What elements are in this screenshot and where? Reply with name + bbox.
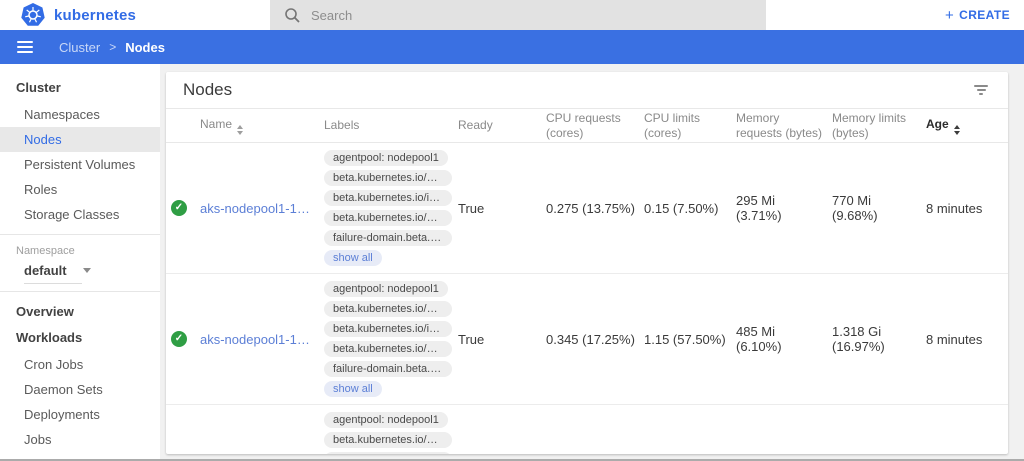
label-chip: beta.kubernetes.io/arch: amd… (324, 301, 452, 317)
node-cpu-requests: 0.345 (17.25%) (546, 332, 644, 347)
col-header-memory-requests: Memory requests (bytes) (736, 111, 832, 141)
show-all-button[interactable]: show all (324, 250, 382, 266)
label-chip: beta.kubernetes.io/arch: amd… (324, 170, 452, 186)
col-header-name[interactable]: Name (200, 117, 324, 135)
nodes-card: Nodes Name Labels Ready CPU requests (co… (166, 72, 1008, 454)
col-header-ready: Ready (458, 118, 546, 133)
kubernetes-logo-icon (20, 2, 46, 28)
node-age: 8 minutes (926, 201, 1008, 216)
sidebar: Cluster NamespacesNodesPersistent Volume… (0, 64, 160, 461)
node-memory-requests: 485 Mi (6.10%) (736, 324, 832, 354)
create-button-label: CREATE (959, 8, 1010, 22)
sidebar-section-cluster[interactable]: Cluster (0, 72, 160, 102)
node-memory-limits: 770 Mi (9.68%) (832, 193, 926, 223)
sidebar-item-overview[interactable]: Overview (0, 296, 160, 326)
plus-icon: + (945, 8, 954, 23)
breadcrumb-current-page: Nodes (125, 40, 165, 55)
sort-arrows-icon (237, 125, 243, 135)
node-ready: True (458, 201, 546, 216)
check-circle-icon: ✓ (171, 200, 187, 216)
node-cpu-limits: 0.15 (7.50%) (644, 201, 736, 216)
col-header-memory-limits: Memory limits (bytes) (832, 111, 926, 141)
label-chip: beta.kubernetes.io/instance-t… (324, 190, 452, 206)
sidebar-item-nodes[interactable]: Nodes (0, 127, 160, 152)
label-chip: beta.kubernetes.io/arch: amd… (324, 432, 452, 448)
node-cpu-requests: 0.275 (13.75%) (546, 201, 644, 216)
sidebar-item-jobs[interactable]: Jobs (0, 427, 160, 452)
node-status: ✓ (166, 331, 200, 347)
node-labels: agentpool: nodepool1 beta.kubernetes.io/a… (324, 412, 458, 454)
search-input[interactable] (311, 8, 752, 23)
filter-list-icon[interactable] (971, 82, 991, 98)
sidebar-item-storage-classes[interactable]: Storage Classes (0, 202, 160, 227)
namespace-selected-value: default (24, 263, 67, 278)
sidebar-divider (0, 234, 160, 235)
label-chip: beta.kubernetes.io/os: linux (324, 341, 452, 357)
label-chip: agentpool: nodepool1 (324, 281, 448, 297)
node-name-link[interactable]: aks-nodepool1-10230590-vm… (200, 332, 316, 347)
card-header: Nodes (166, 72, 1008, 109)
sidebar-item-deployments[interactable]: Deployments (0, 402, 160, 427)
search-bar[interactable] (270, 0, 766, 30)
hamburger-menu-icon[interactable] (15, 37, 35, 57)
top-header: kubernetes + CREATE (0, 0, 1024, 30)
node-cpu-limits: 1.15 (57.50%) (644, 332, 736, 347)
label-chip: beta.kubernetes.io/instance-t… (324, 321, 452, 337)
node-labels: agentpool: nodepool1 beta.kubernetes.io/a… (324, 150, 458, 266)
sidebar-workloads-items: Cron JobsDaemon SetsDeploymentsJobsPodsR… (0, 352, 160, 461)
create-button[interactable]: + CREATE (945, 8, 1010, 23)
sidebar-cluster-items: NamespacesNodesPersistent VolumesRolesSt… (0, 102, 160, 227)
node-name-link[interactable]: aks-nodepool1-10230590-vm… (200, 201, 316, 216)
col-header-age[interactable]: Age (926, 117, 1008, 135)
label-chip: failure-domain.beta.kubernet… (324, 361, 452, 377)
label-chip: agentpool: nodepool1 (324, 150, 448, 166)
label-chip: beta.kubernetes.io/os: linux (324, 210, 452, 226)
page-title: Nodes (183, 80, 232, 100)
search-icon (284, 7, 301, 24)
sidebar-item-persistent-volumes[interactable]: Persistent Volumes (0, 152, 160, 177)
chevron-down-icon (83, 268, 91, 273)
node-labels: agentpool: nodepool1 beta.kubernetes.io/a… (324, 281, 458, 397)
table-body: ✓ aks-nodepool1-10230590-vm… agentpool: no… (166, 143, 1008, 454)
brand[interactable]: kubernetes (0, 2, 136, 28)
sidebar-item-cron-jobs[interactable]: Cron Jobs (0, 352, 160, 377)
col-header-cpu-limits: CPU limits (cores) (644, 111, 736, 141)
sidebar-item-roles[interactable]: Roles (0, 177, 160, 202)
table-row: ✓ aks-nodepool1-10230590-vm… agentpool: no… (166, 143, 1008, 274)
node-ready: True (458, 332, 546, 347)
check-circle-icon: ✓ (171, 331, 187, 347)
toolbar: Cluster > Nodes (0, 30, 1024, 64)
sort-arrows-icon (954, 125, 960, 135)
namespace-label: Namespace (0, 239, 160, 259)
col-header-labels: Labels (324, 118, 458, 133)
kubernetes-dashboard: kubernetes + CREATE Cluster > Nodes (0, 0, 1024, 461)
sidebar-item-namespaces[interactable]: Namespaces (0, 102, 160, 127)
sidebar-divider (0, 291, 160, 292)
table-header-row: Name Labels Ready CPU requests (cores) C… (166, 109, 1008, 143)
breadcrumb: Cluster > Nodes (59, 40, 165, 55)
node-status: ✓ (166, 200, 200, 216)
col-header-cpu-requests: CPU requests (cores) (546, 111, 644, 141)
table-row: ✓ aks-nodepool1-10230590-vm… agentpool: no… (166, 274, 1008, 405)
breadcrumb-separator: > (109, 40, 116, 54)
node-memory-requests: 295 Mi (3.71%) (736, 193, 832, 223)
brand-name: kubernetes (54, 7, 136, 24)
label-chip: agentpool: nodepool1 (324, 412, 448, 428)
sidebar-item-daemon-sets[interactable]: Daemon Sets (0, 377, 160, 402)
sidebar-section-workloads[interactable]: Workloads (0, 326, 160, 352)
node-memory-limits: 1.318 Gi (16.97%) (832, 324, 926, 354)
main-content: Nodes Name Labels Ready CPU requests (co… (160, 64, 1024, 461)
show-all-button[interactable]: show all (324, 381, 382, 397)
node-age: 8 minutes (926, 332, 1008, 347)
label-chip: beta.kubernetes.io/instance-t… (324, 452, 452, 454)
table-row: ✓aks-nodepool1-10230590-vm…agentpool: no… (166, 405, 1008, 454)
namespace-select[interactable]: default (24, 263, 82, 284)
breadcrumb-cluster[interactable]: Cluster (59, 40, 100, 55)
label-chip: failure-domain.beta.kubernet… (324, 230, 452, 246)
